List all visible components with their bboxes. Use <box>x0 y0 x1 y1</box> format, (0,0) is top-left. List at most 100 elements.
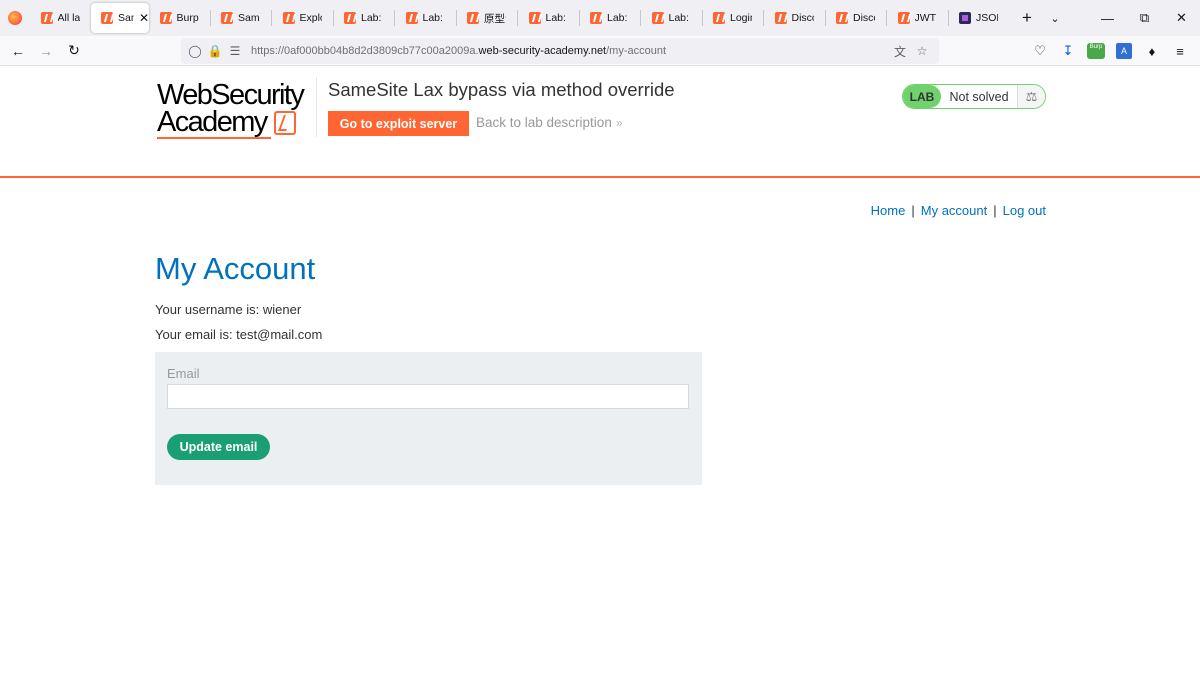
lab-badge: LAB <box>903 85 941 108</box>
tab-title: JWT at <box>914 12 937 24</box>
download-icon[interactable]: ↧ <box>1054 43 1082 59</box>
email-input[interactable] <box>167 384 689 409</box>
browser-tab[interactable]: JSON <box>949 3 1009 33</box>
nav-home-link[interactable]: Home <box>871 203 906 218</box>
translate-extension-icon[interactable]: A <box>1116 43 1132 59</box>
lock-icon[interactable]: 🔒 <box>205 44 225 58</box>
address-bar[interactable]: ◯ 🔒 ☰ https://0af000bb04b8d2d3809cb77c00… <box>181 38 939 64</box>
page-title: My Account <box>155 251 316 286</box>
burp-favicon-icon <box>344 12 356 24</box>
browser-tab[interactable]: 原型污 <box>457 3 517 33</box>
window-controls: — ⧉ ✕ <box>1089 0 1200 36</box>
tab-title: All lab <box>57 12 80 24</box>
browser-nav-bar: ← → ↻ ◯ 🔒 ☰ https://0af000bb04b8d2d3809c… <box>0 36 1200 66</box>
browser-tab[interactable]: Lab: C <box>519 3 579 33</box>
burp-favicon-icon <box>897 12 910 24</box>
close-window-icon[interactable]: ✕ <box>1163 0 1200 36</box>
browser-tab[interactable]: Lab: D <box>642 3 702 33</box>
browser-tab[interactable]: Lab: D <box>396 3 456 33</box>
nav-log-out-link[interactable]: Log out <box>1003 203 1046 218</box>
web-security-academy-logo[interactable]: WebSecurity Academy <box>157 79 312 140</box>
tab-title: Lab: C <box>545 12 568 24</box>
lab-status-widget: LAB Not solved ⚖ <box>902 84 1046 109</box>
burp-favicon-icon <box>528 12 541 24</box>
logo-underline <box>157 137 271 139</box>
extensions-icon[interactable]: ♦ <box>1138 44 1166 59</box>
browser-tab[interactable]: All lab <box>31 3 91 33</box>
pocket-icon[interactable]: ♡ <box>1026 43 1054 59</box>
translate-icon[interactable]: 文 <box>889 43 911 60</box>
logo-line-1: WebSecurity <box>157 79 305 111</box>
back-arrow-icon[interactable]: ← <box>4 37 32 65</box>
list-all-tabs-icon[interactable]: ⌄ <box>1041 12 1069 25</box>
tab-title: Lab: D <box>668 12 691 24</box>
nav-separator: | <box>911 203 915 218</box>
burp-favicon-icon <box>651 12 664 24</box>
new-tab-button[interactable]: + <box>1013 8 1041 28</box>
browser-tab[interactable]: Discov <box>826 3 886 33</box>
tab-title: Sam <box>118 12 134 24</box>
back-link-label: Back to lab description <box>476 115 612 130</box>
close-tab-icon[interactable]: ✕ <box>139 11 149 25</box>
firefox-menu-icon[interactable] <box>0 0 30 36</box>
burp-favicon-icon <box>40 12 53 24</box>
bookmark-star-icon[interactable]: ☆ <box>911 44 933 58</box>
tab-title: Lab: S <box>361 12 383 24</box>
go-to-exploit-server-button[interactable]: Go to exploit server <box>328 111 469 136</box>
browser-tab[interactable]: Discov <box>765 3 825 33</box>
toolbar-actions: ♡ ↧ Burp A ♦ ≡ <box>1026 36 1194 66</box>
burp-favicon-icon <box>467 12 479 24</box>
burp-favicon-icon <box>405 12 418 24</box>
tab-title: JSON <box>976 12 998 24</box>
address-bar-actions: 文 ☆ <box>889 38 933 64</box>
browser-tab[interactable]: Lab: D <box>580 3 640 33</box>
burp-favicon-icon <box>282 12 295 24</box>
tab-strip: All lab Sam ✕ Burp S SameS Exploi Lab: S Lab: D… <box>30 3 1009 33</box>
nav-separator: | <box>993 203 997 218</box>
logo-bolt-icon <box>274 111 296 135</box>
json-favicon-icon <box>959 12 971 24</box>
browser-tab[interactable]: Exploi <box>273 3 333 33</box>
account-nav: Home | My account | Log out <box>871 203 1046 218</box>
lab-header: WebSecurity Academy SameSite Lax bypass … <box>0 67 1200 178</box>
double-chevron-right-icon: » <box>615 116 623 130</box>
tab-title: Discov <box>791 12 814 24</box>
burp-extension-icon[interactable]: Burp <box>1087 43 1105 59</box>
minimize-icon[interactable]: — <box>1089 0 1126 36</box>
email-label: Email <box>167 366 200 381</box>
header-divider <box>316 77 317 137</box>
username-text: Your username is: wiener <box>155 302 302 317</box>
browser-tab[interactable]: JWT at <box>888 3 948 33</box>
tab-title: Lab: D <box>422 12 445 24</box>
browser-tab[interactable]: SameS <box>211 3 271 33</box>
browser-tab[interactable]: Login <box>703 3 763 33</box>
back-to-lab-description-link[interactable]: Back to lab description» <box>476 115 623 130</box>
tab-title: Discov <box>853 12 875 24</box>
tab-title: Login <box>730 12 752 24</box>
flask-icon: ⚖ <box>1017 85 1045 108</box>
permissions-icon[interactable]: ☰ <box>225 44 245 58</box>
forward-arrow-icon[interactable]: → <box>32 37 60 65</box>
browser-tab-active[interactable]: Sam ✕ <box>91 3 149 33</box>
change-email-form: Email Update email <box>155 352 702 485</box>
browser-tab[interactable]: Lab: S <box>334 3 394 33</box>
burp-favicon-icon <box>221 12 233 24</box>
tab-title: 原型污 <box>484 12 506 25</box>
burp-favicon-icon <box>159 12 172 24</box>
app-menu-icon[interactable]: ≡ <box>1166 44 1194 59</box>
lab-status-text: Not solved <box>949 89 1009 104</box>
update-email-button[interactable]: Update email <box>167 434 270 460</box>
nav-my-account-link[interactable]: My account <box>921 203 987 218</box>
reload-icon[interactable]: ↻ <box>60 37 88 65</box>
shield-icon[interactable]: ◯ <box>185 44 205 58</box>
restore-icon[interactable]: ⧉ <box>1126 0 1163 36</box>
email-text: Your email is: test@mail.com <box>155 327 323 342</box>
lab-title: SameSite Lax bypass via method override <box>328 79 675 100</box>
browser-tab[interactable]: Burp S <box>150 3 210 33</box>
url-text[interactable]: https://0af000bb04b8d2d3809cb77c00a2009a… <box>251 45 666 57</box>
browser-tab-bar: All lab Sam ✕ Burp S SameS Exploi Lab: S Lab: D… <box>0 0 1200 36</box>
burp-favicon-icon <box>774 12 787 24</box>
tab-title: Lab: D <box>607 12 629 24</box>
tab-title: Burp S <box>176 12 199 24</box>
burp-favicon-icon <box>590 12 602 24</box>
